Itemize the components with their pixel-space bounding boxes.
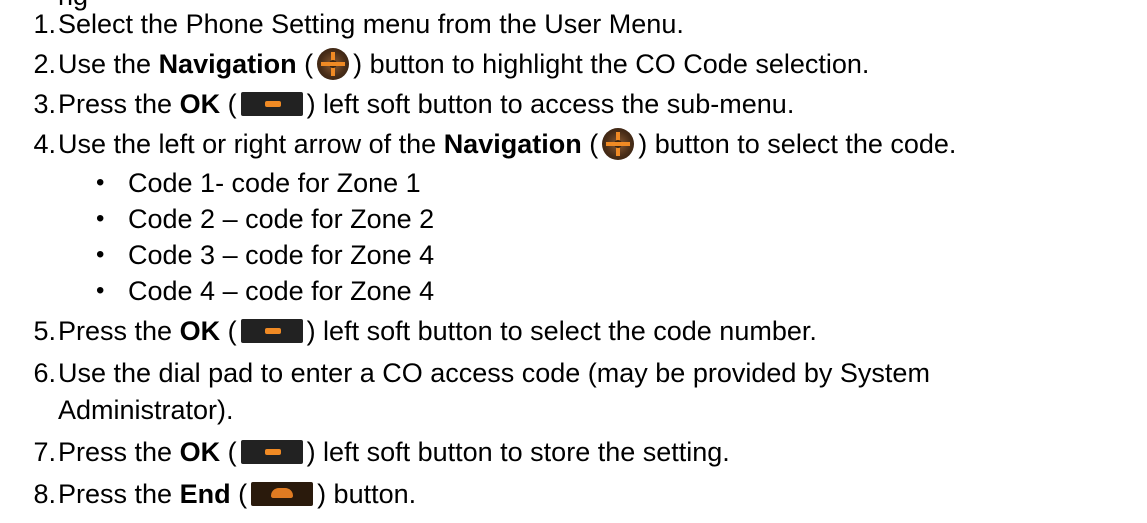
ok-soft-button-icon (240, 318, 303, 343)
step-text: Press the End () button. (58, 479, 417, 509)
step-number: 2. (33, 49, 56, 79)
bullet: • (96, 277, 105, 304)
code-text: Code 2 – code for Zone 2 (128, 204, 435, 234)
navigation-label: Navigation (158, 49, 297, 79)
step-text: Use the Navigation () button to highligh… (58, 47, 870, 80)
step-number: 3. (33, 89, 56, 119)
end-button-icon (251, 481, 314, 506)
step-text: Administrator). (58, 395, 234, 425)
code-text: Code 3 – code for Zone 4 (128, 240, 435, 270)
step-number: 1. (33, 9, 56, 39)
ok-label: OK (179, 437, 221, 467)
bullet: • (96, 241, 105, 268)
navigation-icon (317, 47, 350, 80)
code-text: Code 4 – code for Zone 4 (128, 276, 435, 306)
step-text: Use the dial pad to enter a CO access co… (58, 358, 930, 388)
step-number: 6. (33, 358, 56, 388)
instruction-document: ng 1. Select the Phone Setting menu from… (0, 0, 1147, 523)
bullet: • (96, 205, 105, 232)
navigation-icon (602, 127, 635, 160)
step-text: Select the Phone Setting menu from the U… (58, 9, 684, 39)
ok-soft-button-icon (240, 439, 303, 464)
code-text: Code 1- code for Zone 1 (128, 168, 421, 198)
ok-soft-button-icon (240, 91, 303, 116)
step-text: Press the OK () left soft button to acce… (58, 89, 795, 119)
navigation-label: Navigation (443, 129, 582, 159)
step-number: 7. (33, 437, 56, 467)
ok-label: OK (179, 89, 221, 119)
step-number: 5. (33, 316, 56, 346)
step-text: Press the OK () left soft button to sele… (58, 316, 817, 346)
end-label: End (179, 479, 231, 509)
step-number: 8. (33, 479, 56, 509)
ok-label: OK (179, 316, 221, 346)
step-text: Press the OK () left soft button to stor… (58, 437, 730, 467)
bullet: • (96, 169, 105, 196)
step-number: 4. (33, 129, 56, 159)
step-text: Use the left or right arrow of the Navig… (58, 127, 957, 160)
